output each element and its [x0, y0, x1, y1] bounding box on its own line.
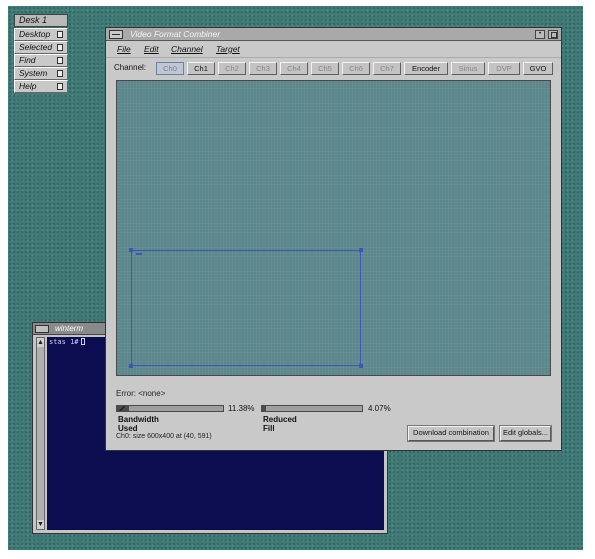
window-menu-button[interactable]	[35, 325, 49, 333]
menu-file[interactable]: File	[117, 44, 131, 54]
channel-button-ch1[interactable]: Ch1	[187, 62, 215, 75]
resize-handle[interactable]	[129, 364, 133, 368]
maximize-button[interactable]	[548, 30, 558, 39]
channel-rectangle[interactable]	[129, 248, 363, 368]
channel-button-gvo[interactable]: GVO	[523, 62, 553, 75]
toolchest-item-label: Help	[19, 81, 37, 91]
channel-status-line: Ch0: size 600x400 at (40, 591)	[116, 433, 212, 440]
channel-button-ch4[interactable]: Ch4	[280, 62, 308, 75]
winterm-scrollbar[interactable]: ▲ ▼	[36, 337, 45, 530]
menu-edit[interactable]: Edit	[144, 44, 159, 54]
reduced-fill-label: Reduced Fill	[263, 415, 297, 433]
resize-handle[interactable]	[359, 248, 363, 252]
toolchest-item-label: Selected	[19, 42, 53, 52]
channel-selector: Channel: Ch0 Ch1 Ch2 Ch3 Ch4 Ch5 Ch6 Ch7…	[106, 59, 561, 77]
reduced-fill-bar	[261, 405, 363, 412]
document-icon	[57, 44, 63, 51]
minimize-button[interactable]: •	[535, 30, 545, 39]
resize-handle[interactable]	[129, 248, 133, 252]
window-title: Video Format Combiner	[130, 29, 221, 39]
layout-canvas[interactable]	[116, 80, 551, 376]
channel-button-ch5[interactable]: Ch5	[311, 62, 339, 75]
resize-handle[interactable]	[359, 364, 363, 368]
edit-globals-button[interactable]: Edit globals...	[499, 425, 552, 442]
vfc-titlebar[interactable]: Video Format Combiner •	[106, 28, 561, 41]
winterm-title: winterm	[55, 324, 84, 333]
menu-channel[interactable]: Channel	[171, 44, 203, 54]
channel-button-dvp[interactable]: DVP	[488, 62, 520, 75]
toolchest-item-label: System	[19, 68, 48, 78]
document-icon	[57, 70, 63, 77]
scroll-up-arrow-icon[interactable]: ▲	[37, 338, 44, 347]
desktop-background: Desk 1 Desktop Selected Find System Help…	[8, 6, 583, 550]
document-icon	[57, 83, 63, 90]
terminal-prompt: stas 1#	[49, 338, 79, 346]
window-menu-button[interactable]	[109, 30, 123, 39]
scroll-down-arrow-icon[interactable]: ▼	[37, 520, 44, 529]
toolchest-title: Desk 1	[14, 14, 68, 27]
menu-target[interactable]: Target	[216, 44, 240, 54]
bandwidth-percent: 11.38%	[228, 404, 255, 413]
download-combination-button[interactable]: Download combination	[407, 425, 495, 442]
channel-button-ch0[interactable]: Ch0	[156, 62, 184, 75]
document-icon	[57, 57, 63, 64]
toolchest-item-label: Desktop	[19, 29, 51, 39]
toolchest-item-system[interactable]: System	[14, 67, 68, 80]
document-icon	[57, 31, 63, 38]
channel-tag-marker	[136, 253, 142, 255]
toolchest-item-desktop[interactable]: Desktop	[14, 28, 68, 41]
video-format-combiner-window: Video Format Combiner • File Edit Channe…	[105, 27, 562, 451]
channel-button-ch3[interactable]: Ch3	[249, 62, 277, 75]
reduced-fill-percent: 4.07%	[368, 404, 391, 413]
channel-button-ch2[interactable]: Ch2	[218, 62, 246, 75]
channel-button-sirius[interactable]: Sirius	[451, 62, 485, 75]
toolchest-item-selected[interactable]: Selected	[14, 41, 68, 54]
bar-marker-icon	[119, 406, 125, 411]
channel-button-ch6[interactable]: Ch6	[342, 62, 370, 75]
error-status: Error: <none>	[116, 389, 166, 398]
bandwidth-label: Bandwidth Used	[118, 415, 159, 433]
reduced-fill-bar-fill	[262, 406, 267, 411]
toolchest-item-label: Find	[19, 55, 36, 65]
menubar: File Edit Channel Target	[106, 42, 561, 58]
channel-label: Channel:	[114, 63, 147, 72]
channel-button-encoder[interactable]: Encoder	[404, 62, 448, 75]
toolchest-item-help[interactable]: Help	[14, 80, 68, 93]
toolchest-item-find[interactable]: Find	[14, 54, 68, 67]
text-cursor-icon	[80, 338, 85, 345]
channel-button-ch7[interactable]: Ch7	[373, 62, 401, 75]
bandwidth-bar	[116, 405, 224, 412]
toolchest: Desk 1 Desktop Selected Find System Help	[14, 14, 68, 93]
